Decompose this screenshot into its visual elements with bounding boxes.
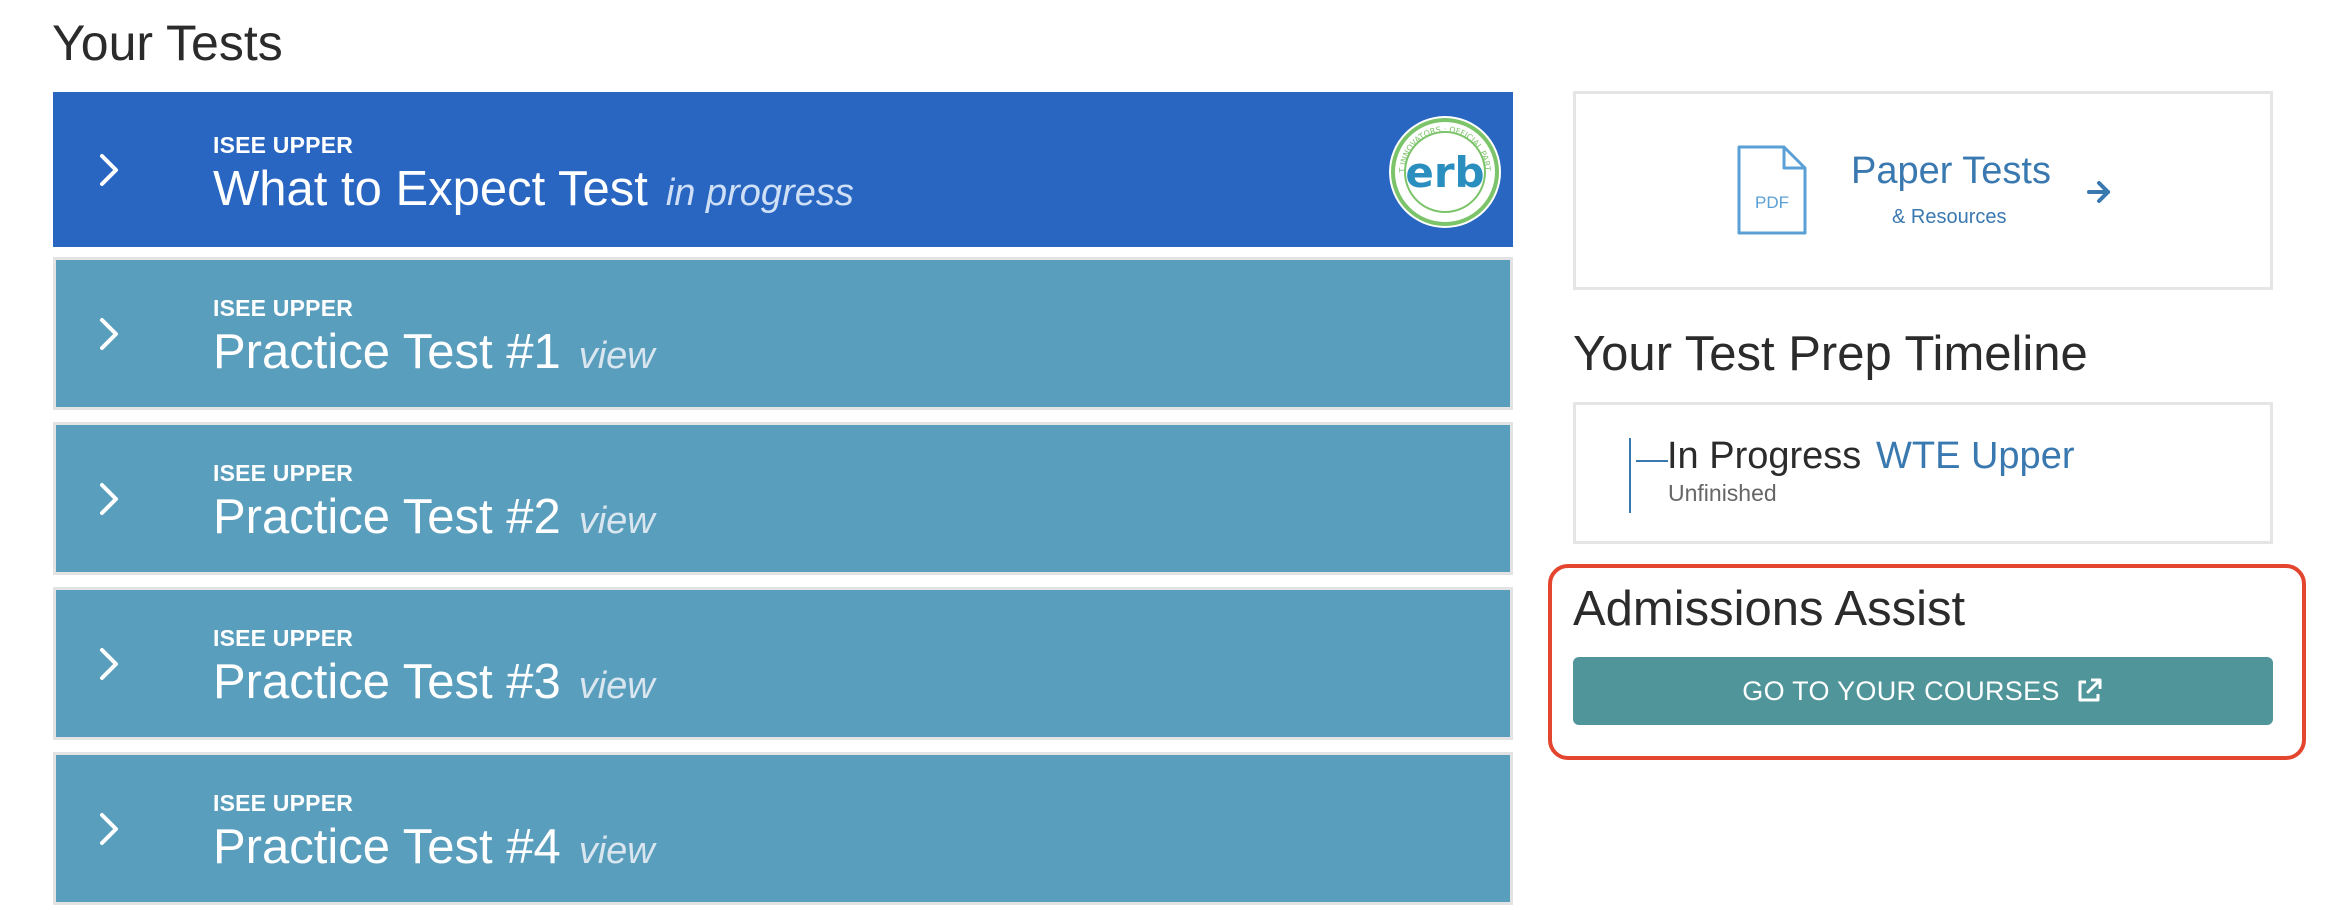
timeline-panel: In Progress WTE Upper Unfinished	[1573, 402, 2273, 544]
test-title: What to Expect Test	[213, 162, 648, 216]
test-title: Practice Test #4	[213, 820, 561, 874]
erb-partner-badge-icon: TEST INNOVATORS · OFFICIAL PARTNER erb	[1385, 108, 1502, 229]
test-card-practice-4[interactable]: ISEE UPPER Practice Test #4 view	[53, 752, 1513, 905]
test-card-what-to-expect[interactable]: ISEE UPPER What to Expect Test in progre…	[53, 92, 1513, 247]
paper-tests-link[interactable]: PDF Paper Tests & Resources	[1573, 91, 2273, 290]
timeline-item-substatus: Unfinished	[1668, 480, 1777, 506]
svg-text:PDF: PDF	[1755, 193, 1789, 212]
chevron-right-icon	[96, 644, 124, 684]
test-kicker: ISEE UPPER	[213, 625, 354, 651]
test-card-practice-3[interactable]: ISEE UPPER Practice Test #3 view	[53, 587, 1513, 740]
go-to-courses-label: GO TO YOUR COURSES	[1742, 675, 2060, 706]
test-kicker: ISEE UPPER	[213, 132, 354, 158]
tests-list: ISEE UPPER What to Expect Test in progre…	[53, 92, 1513, 910]
svg-text:erb: erb	[1405, 148, 1484, 197]
test-kicker: ISEE UPPER	[213, 460, 354, 486]
test-status: view	[578, 830, 655, 872]
test-title: Practice Test #3	[213, 655, 561, 709]
test-title: Practice Test #2	[213, 490, 561, 544]
chevron-right-icon	[96, 809, 124, 849]
test-card-practice-2[interactable]: ISEE UPPER Practice Test #2 view	[53, 422, 1513, 575]
test-kicker: ISEE UPPER	[213, 790, 354, 816]
admissions-heading: Admissions Assist	[1573, 582, 1966, 636]
timeline-heading: Your Test Prep Timeline	[1573, 327, 2088, 381]
go-to-courses-button[interactable]: GO TO YOUR COURSES	[1573, 657, 2273, 725]
test-card-practice-1[interactable]: ISEE UPPER Practice Test #1 view	[53, 257, 1513, 410]
test-status: view	[578, 500, 655, 542]
timeline-track	[1629, 438, 1631, 513]
test-status: view	[578, 335, 655, 377]
arrow-right-icon	[2086, 178, 2114, 206]
external-link-icon	[2074, 676, 2104, 706]
paper-tests-subtitle: & Resources	[1892, 206, 2007, 228]
paper-tests-title: Paper Tests	[1851, 150, 2051, 192]
timeline-item-status: In Progress	[1667, 435, 1862, 477]
test-status: view	[578, 665, 655, 707]
timeline-item-link[interactable]: WTE Upper	[1876, 435, 2074, 478]
test-status: in progress	[665, 172, 854, 214]
test-kicker: ISEE UPPER	[213, 295, 354, 321]
chevron-right-icon	[96, 314, 124, 354]
chevron-right-icon	[96, 479, 124, 519]
chevron-right-icon	[96, 150, 124, 190]
pdf-file-icon: PDF	[1736, 144, 1808, 236]
page-title: Your Tests	[52, 15, 283, 71]
timeline-connector	[1636, 460, 1668, 462]
test-title: Practice Test #1	[213, 325, 561, 379]
